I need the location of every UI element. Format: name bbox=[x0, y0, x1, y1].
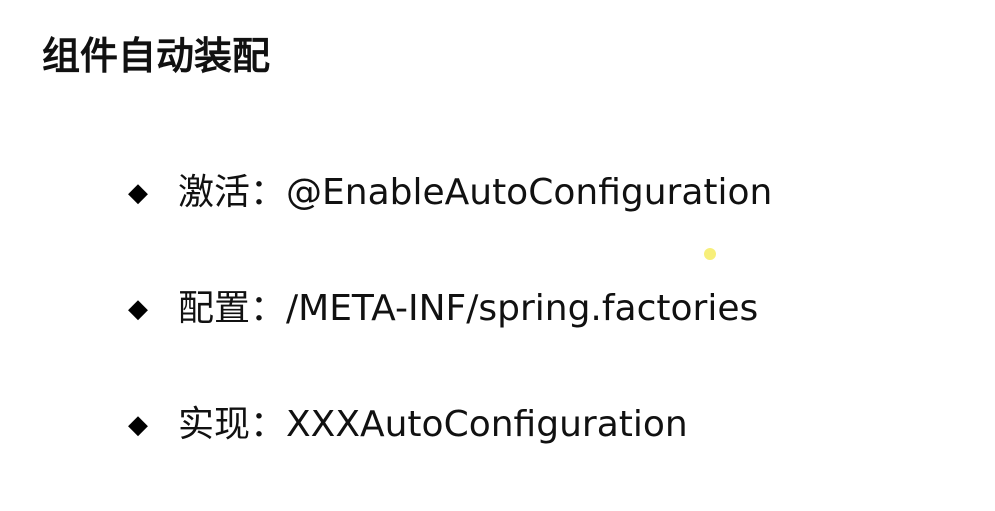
diamond-bullet-icon: ◆ bbox=[128, 178, 148, 208]
bullet-text-config: 配置：/META-INF/spring.factories bbox=[178, 288, 759, 329]
bullet-list: ◆ 激活：@EnableAutoConfiguration ◆ 配置：/META… bbox=[128, 165, 772, 453]
diamond-bullet-icon: ◆ bbox=[128, 294, 148, 324]
bullet-item-activate: ◆ 激活：@EnableAutoConfiguration bbox=[128, 165, 772, 221]
pointer-dot-icon bbox=[704, 248, 716, 260]
bullet-item-config: ◆ 配置：/META-INF/spring.factories bbox=[128, 281, 772, 337]
slide-title: 组件自动装配 bbox=[42, 34, 271, 78]
diamond-bullet-icon: ◆ bbox=[128, 410, 148, 440]
bullet-text-implement: 实现：XXXAutoConfiguration bbox=[178, 404, 688, 445]
slide: 组件自动装配 ◆ 激活：@EnableAutoConfiguration ◆ 配… bbox=[0, 0, 995, 511]
bullet-text-activate: 激活：@EnableAutoConfiguration bbox=[178, 172, 773, 213]
bullet-item-implement: ◆ 实现：XXXAutoConfiguration bbox=[128, 397, 772, 453]
